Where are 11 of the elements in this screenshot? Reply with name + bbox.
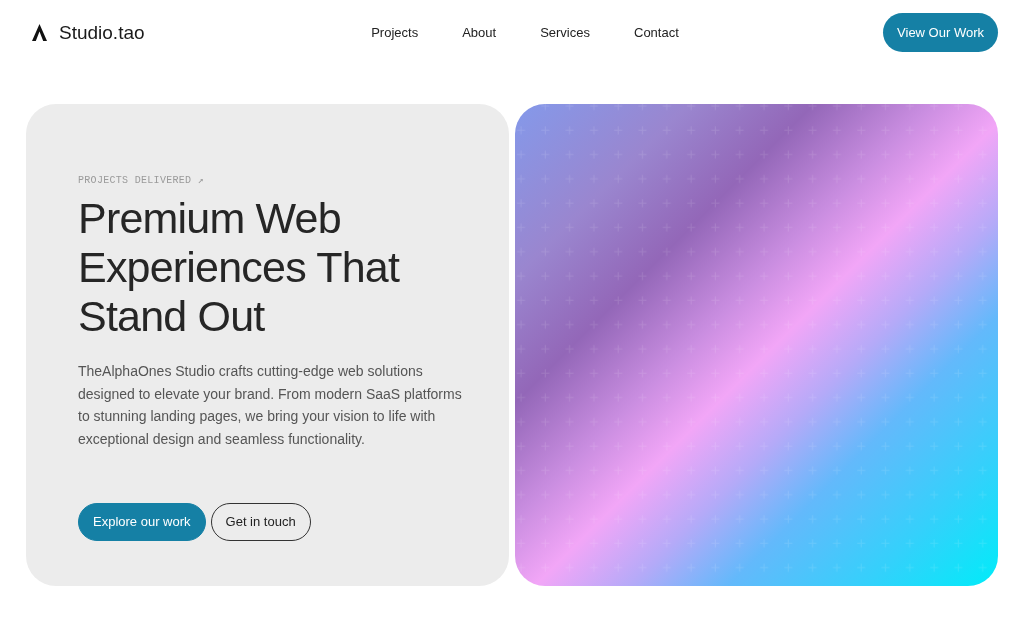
explore-work-button[interactable]: Explore our work [78,502,206,541]
nav-link[interactable]: Projects [371,24,419,41]
hero-heading: Premium Web Experiences That Stand Out [78,194,401,341]
brand-name: Studio.tao [59,23,145,42]
view-work-button[interactable]: View Our Work [883,13,998,52]
nav-link[interactable]: Contact [634,24,679,41]
nav-link[interactable]: About [462,24,497,41]
nav-link[interactable]: Services [540,24,590,41]
hero-description: TheAlphaOnes Studio crafts cutting-edge web solutions designed to elevate your brand. From modern SaaS platforms to stunning landing pages, we bring your vision to life with exceptional design and seamless functionality. [78,362,463,450]
logo-icon [32,24,47,41]
eyebrow-label: PROJECTS DELIVERED ↗ [78,176,205,186]
